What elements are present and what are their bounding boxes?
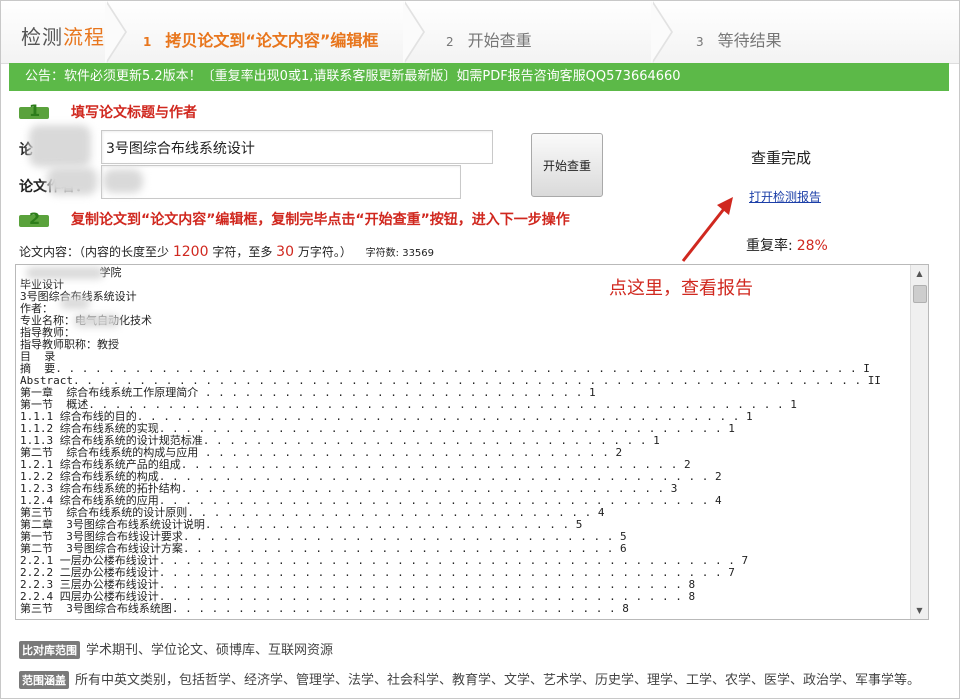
duplicate-rate: 重复率: 28% [746, 238, 828, 254]
duplicate-rate-value: 28% [796, 238, 828, 254]
coverage-row: 范围涵盖 所有中英文类别，包括哲学、经济学、管理学、法学、社会科学、教育学、文学、… [19, 669, 920, 689]
step-divider-arrow-inner [105, 1, 125, 63]
step-1-badge-icon: 1 [19, 101, 55, 123]
content-line: 3号图综合布线系统设计 [20, 291, 910, 303]
hint-text: 点这里，查看报告 [609, 278, 753, 299]
section-1-title: 填写论文标题与作者 [71, 105, 197, 121]
scroll-down-icon[interactable]: ▼ [911, 602, 928, 619]
redaction-blur [60, 297, 90, 309]
char-count: 字符数: 33569 [365, 248, 435, 259]
hint-arrow-icon [681, 197, 733, 262]
step-1: 1 拷贝论文到“论文内容”编辑框 [143, 31, 379, 50]
step-3: 3 等待结果 [696, 31, 782, 50]
content-line: 第三节 3号图综合布线系统图. . . . . . . . . . . . . … [20, 602, 629, 615]
content-line: 毕业设计 [20, 278, 64, 291]
redaction-blur [103, 169, 143, 193]
coverage-tag: 范围涵盖 [19, 671, 69, 689]
content-line: 专业名称：电气自动化技术 [20, 315, 910, 327]
redaction-blur [26, 267, 104, 279]
step-divider-arrow-inner [651, 1, 671, 63]
process-title: 检测流程 [21, 25, 105, 49]
open-report-link[interactable]: 打开检测报告 [749, 188, 821, 205]
paper-author-input[interactable] [101, 165, 461, 199]
start-check-button[interactable]: 开始查重 [531, 133, 603, 197]
paper-content-textarea[interactable]: 学院毕业设计3号图综合布线系统设计作者：专业名称：电气自动化技术指导教师：指导教… [15, 264, 929, 620]
compare-scope-tag: 比对库范围 [19, 641, 80, 659]
redaction-blur [29, 125, 91, 167]
step-2-badge-icon: 2 [19, 209, 55, 231]
section-2-title: 复制论文到“论文内容”编辑框，复制完毕点击“开始查重”按钮，进入下一步操作 [71, 212, 570, 228]
paper-title-input[interactable]: 3号图综合布线系统设计 [101, 130, 493, 164]
scroll-thumb[interactable] [913, 285, 927, 303]
compare-scope-row: 比对库范围 学术期刊、学位论文、硕博库、互联网资源 [19, 639, 333, 659]
notice-banner: 公告：软件必须更新5.2版本！〔重复率出现0或1,请联系客服更新最新版〕如需PD… [9, 63, 949, 91]
content-line: 学院 [99, 266, 122, 279]
step-divider-arrow-inner [403, 1, 423, 63]
content-line: 指导教师： [20, 326, 75, 339]
main-window: 检测流程 1 拷贝论文到“论文内容”编辑框 2 开始查重 3 等待结果 公告：软件必须… [0, 0, 960, 699]
content-line: 作者： [20, 302, 53, 315]
check-status-text: 查重完成 [751, 149, 812, 167]
content-length-label: 论文内容：（内容的长度至少 1200 字符，至多 30 万字符。） 字符数: 3… [19, 244, 435, 260]
process-steps-bar: 检测流程 1 拷贝论文到“论文内容”编辑框 2 开始查重 3 等待结果 [1, 1, 959, 64]
scroll-up-icon[interactable]: ▲ [911, 265, 928, 282]
redaction-blur [47, 167, 97, 195]
content-scrollbar[interactable]: ▲ ▼ [910, 265, 928, 619]
step-2: 2 开始查重 [446, 31, 532, 50]
content-line: 指导教师职称：教授 [20, 338, 119, 351]
paper-content-text: 学院毕业设计3号图综合布线系统设计作者：专业名称：电气自动化技术指导教师：指导教… [20, 267, 910, 615]
redaction-blur [74, 315, 120, 327]
